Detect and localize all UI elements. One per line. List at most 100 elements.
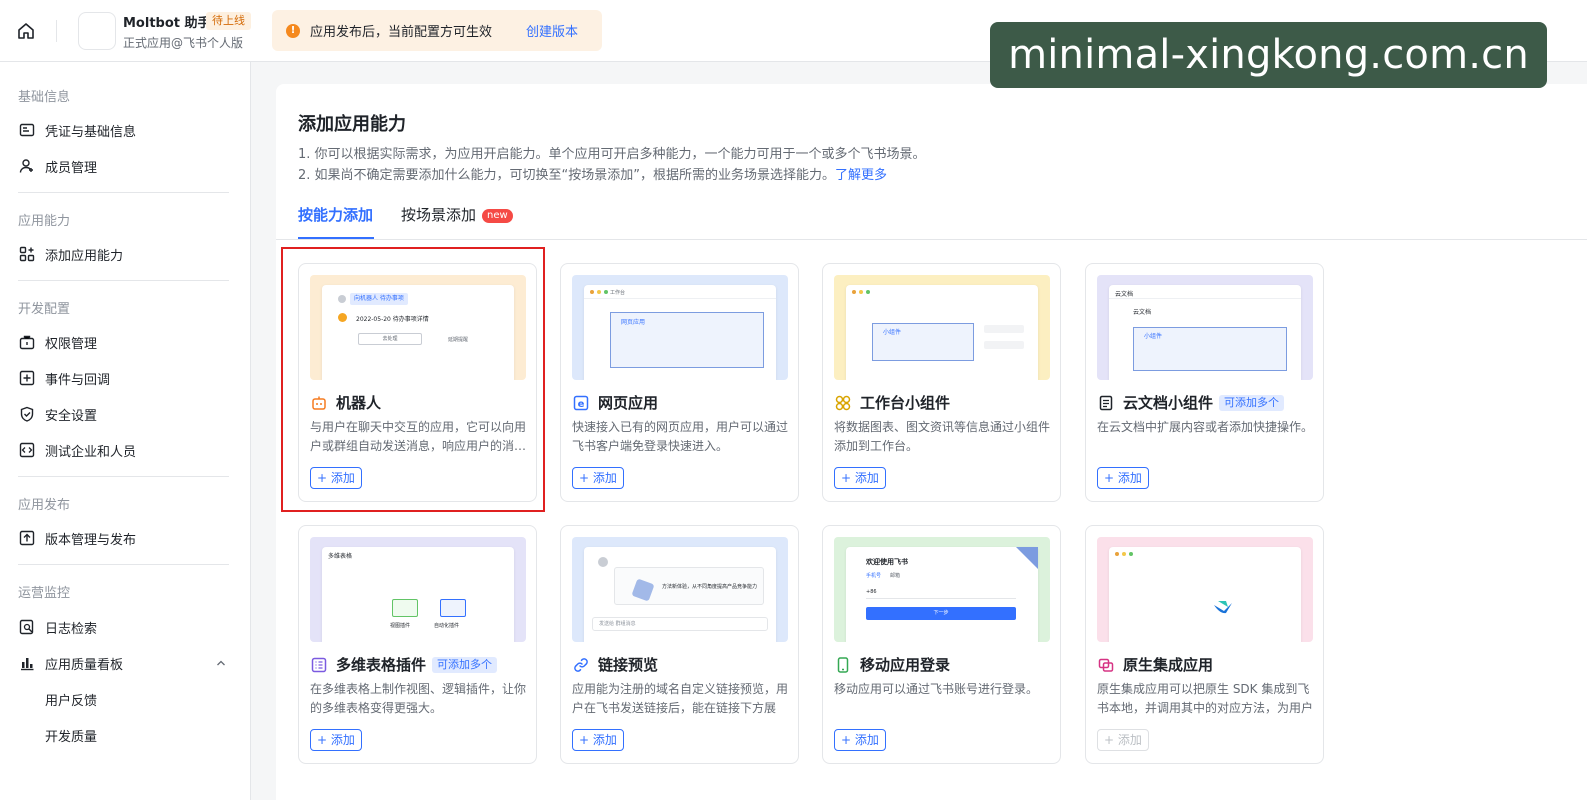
capability-card-mobile-login[interactable]: 欢迎使用飞书 手机号 邮箱 +86 下一步 移动应用登录 移动应用可以通过飞书账… — [822, 525, 1061, 764]
sidebar-item-credentials[interactable]: 凭证与基础信息 — [18, 118, 233, 142]
capability-card-widget[interactable]: 小组件 工作台小组件 将数据图表、图文资讯等信息通过小组件添加到工作台。 + 添… — [822, 263, 1061, 502]
card-title-text: 移动应用登录 — [860, 656, 951, 674]
preview-window: 工作台 网页应用 — [584, 285, 776, 380]
upload-box-icon — [18, 529, 36, 547]
card-description: 原生集成应用可以把原生 SDK 集成到飞书本地，并调用其中的对应方法，为用户提… — [1097, 682, 1313, 715]
sidebar-item-label: 版本管理与发布 — [45, 532, 137, 548]
sidebar-item-members[interactable]: 成员管理 — [18, 154, 233, 178]
sidebar-item-permissions[interactable]: 权限管理 — [18, 330, 233, 354]
capability-card-web[interactable]: 工作台 网页应用 e 网页应用 快速接入已有的网页应用，用户可以通过飞书客户端免… — [560, 263, 799, 502]
card-title: 原生集成应用 — [1097, 654, 1213, 675]
card-title-text: 多维表格插件 — [336, 656, 427, 674]
automation-plugin-icon — [440, 599, 466, 617]
card-title-text: 工作台小组件 — [860, 394, 951, 412]
sidebar-item-feedback[interactable]: 用户反馈 — [45, 687, 225, 711]
page-title: 添加应用能力 — [298, 114, 406, 135]
add-link-preview-button[interactable]: + 添加 — [572, 729, 624, 751]
sidebar-item-events[interactable]: 事件与回调 — [18, 366, 233, 390]
sidebar: 基础信息 凭证与基础信息 成员管理 应用能力 添加应用能力 开发配置 权限管理 … — [0, 62, 251, 800]
card-description: 将数据图表、图文资讯等信息通过小组件添加到工作台。 — [834, 420, 1050, 453]
preview-crumb: 多维表格 — [328, 553, 353, 560]
card-description: 移动应用可以通过飞书账号进行登录。 — [834, 682, 1039, 696]
app-subtitle: 正式应用@飞书个人版 — [123, 36, 244, 50]
card-title: 多维表格插件 可添加多个 — [310, 654, 498, 675]
page-description-1: 1. 你可以根据实际需求，为应用开启能力。单个应用可开启多种能力，一个能力可用于… — [298, 147, 926, 162]
create-version-link[interactable]: 创建版本 — [526, 21, 578, 40]
preview-tab: 工作台 — [610, 290, 626, 296]
card-description: 快速接入已有的网页应用，用户可以通过飞书客户端免登录快速进入。 — [572, 420, 788, 453]
sidebar-item-label: 用户反馈 — [45, 693, 98, 709]
sidebar-divider — [18, 476, 229, 477]
sidebar-item-quality[interactable]: 应用质量看板 — [18, 651, 233, 675]
sidebar-item-label: 凭证与基础信息 — [45, 124, 137, 140]
add-base-plugin-button[interactable]: + 添加 — [310, 729, 362, 751]
sidebar-item-test-org[interactable]: 测试企业和人员 — [18, 438, 233, 462]
new-badge: new — [482, 209, 513, 223]
mobile-phone-icon — [834, 656, 852, 674]
tab-by-capability[interactable]: 按能力添加 — [298, 204, 373, 225]
sidebar-item-add-capability[interactable]: 添加应用能力 — [18, 242, 233, 266]
sidebar-item-label: 安全设置 — [45, 408, 98, 424]
card-preview-native — [1097, 537, 1313, 642]
tab-label: 按场景添加 — [401, 206, 477, 224]
capability-card-doc-widget[interactable]: 云文档 云文档 小组件 云文档小组件 可添加多个 在云文档中扩展内容或者添加快捷… — [1085, 263, 1324, 502]
add-user-icon — [18, 157, 36, 175]
home-icon[interactable] — [14, 19, 38, 43]
add-widget-button[interactable]: + 添加 — [834, 467, 886, 489]
capability-card-link-preview[interactable]: 方法新体验，从不同角度提高产品竞争能力 发送给 群组消息 链接预览 应用能为注册… — [560, 525, 799, 764]
capability-card-base-plugin[interactable]: 多维表格 视图插件 自动化插件 多维表格插件 可添加多个 在多维表格上制作视图、… — [298, 525, 537, 764]
preview-window: 方法新体验，从不同角度提高产品竞争能力 发送给 群组消息 — [584, 547, 776, 642]
card-title: 移动应用登录 — [834, 654, 950, 675]
preview-tab: 邮箱 — [890, 573, 901, 579]
table-list-icon — [310, 656, 328, 674]
multi-add-tag: 可添加多个 — [432, 656, 498, 673]
svg-text:e: e — [578, 399, 585, 410]
web-e-icon: e — [572, 394, 590, 412]
sidebar-group-dev: 开发配置 — [18, 302, 71, 317]
link-icon — [572, 656, 590, 674]
sidebar-divider — [18, 564, 229, 565]
sidebar-item-label: 成员管理 — [45, 160, 98, 176]
card-preview-base-plugin: 多维表格 视图插件 自动化插件 — [310, 537, 526, 642]
preview-phone-field: +86 — [866, 589, 1016, 599]
placeholder-bar — [984, 341, 1024, 349]
preview-crumb: 云文档 — [1115, 291, 1134, 298]
preview-input: 发送给 群组消息 — [592, 617, 768, 631]
app-status-badge: 待上线 — [206, 12, 251, 30]
event-plus-icon — [18, 369, 36, 387]
preview-window: 多维表格 视图插件 自动化插件 — [322, 547, 514, 642]
description-text: 2. 如果尚不确定需要添加什么能力，可切换至“按场景添加”，根据所需的业务场景选… — [298, 168, 836, 183]
sidebar-group-publish: 应用发布 — [18, 498, 71, 513]
card-title-text: 云文档小组件 — [1123, 394, 1214, 412]
card-title-text: 链接预览 — [598, 656, 659, 674]
add-mobile-login-button[interactable]: + 添加 — [834, 729, 886, 751]
preview-next-button: 下一步 — [866, 607, 1016, 620]
sidebar-item-versions[interactable]: 版本管理与发布 — [18, 526, 233, 550]
chevron-up-icon[interactable] — [215, 657, 227, 669]
card-description: 在云文档中扩展内容或者添加快捷操作。 — [1097, 420, 1313, 434]
sidebar-item-label: 应用质量看板 — [45, 657, 124, 673]
log-search-icon — [18, 618, 36, 636]
preview-welcome: 欢迎使用飞书 — [866, 558, 908, 566]
add-doc-widget-button[interactable]: + 添加 — [1097, 467, 1149, 489]
sidebar-group-ops: 运营监控 — [18, 586, 71, 601]
tab-by-scene[interactable]: 按场景添加 new — [401, 204, 513, 225]
card-title: 链接预览 — [572, 654, 658, 675]
sidebar-item-logs[interactable]: 日志检索 — [18, 615, 233, 639]
highlight-outline — [281, 247, 545, 512]
card-description: 应用能为注册的域名自定义链接预览，用户在飞书发送链接后，能在链接下方展示… — [572, 682, 788, 715]
feishu-logo-icon — [1212, 599, 1234, 615]
add-web-button[interactable]: + 添加 — [572, 467, 624, 489]
sidebar-item-dev-quality[interactable]: 开发质量 — [45, 723, 225, 747]
card-description: 在多维表格上制作视图、逻辑插件，让你的多维表格变得更强大。 — [310, 682, 526, 715]
learn-more-link[interactable]: 了解更多 — [835, 168, 887, 183]
sidebar-item-label: 事件与回调 — [45, 372, 111, 388]
capability-card-native[interactable]: 原生集成应用 原生集成应用可以把原生 SDK 集成到飞书本地，并调用其中的对应方… — [1085, 525, 1324, 764]
native-integration-icon — [1097, 656, 1115, 674]
preview-box: 小组件 — [872, 323, 974, 361]
preview-window — [1109, 547, 1301, 642]
sidebar-item-security[interactable]: 安全设置 — [18, 402, 233, 426]
card-title: 云文档小组件 可添加多个 — [1097, 392, 1285, 413]
plugin-label: 自动化插件 — [434, 623, 460, 629]
app-avatar — [78, 12, 116, 50]
